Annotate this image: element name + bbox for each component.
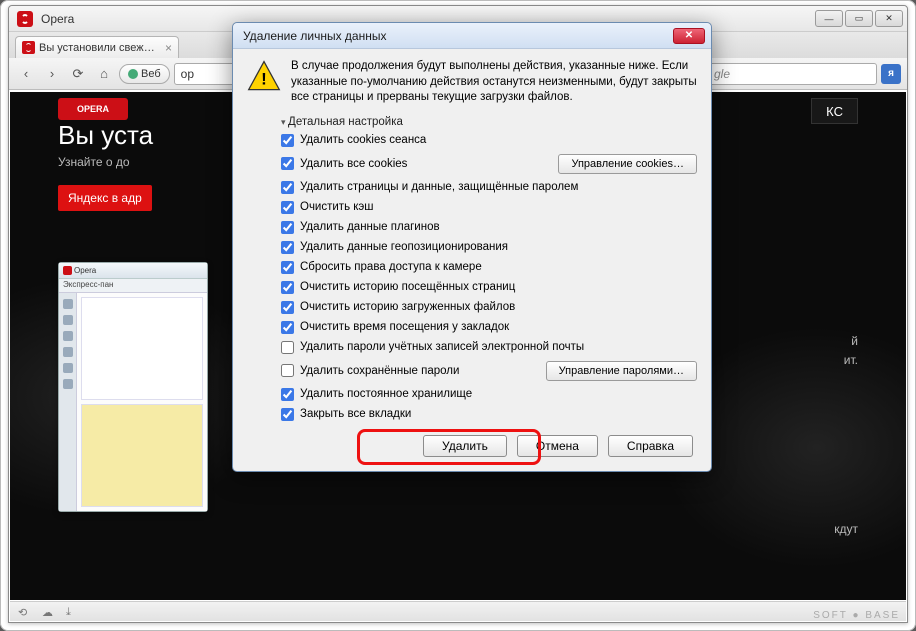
window-title: Opera bbox=[41, 12, 74, 26]
mini-titlebar: Opera bbox=[59, 263, 207, 279]
option-label: Удалить страницы и данные, защищённые па… bbox=[300, 181, 578, 193]
option-row: Сбросить права доступа к камере bbox=[281, 261, 697, 274]
home-button[interactable]: ⌂ bbox=[93, 63, 115, 85]
option-row: Очистить историю загруженных файлов bbox=[281, 301, 697, 314]
option-checkbox[interactable] bbox=[281, 341, 294, 354]
option-label: Очистить время посещения у закладок bbox=[300, 321, 509, 333]
svg-text:!: ! bbox=[261, 70, 267, 89]
option-label: Закрыть все вкладки bbox=[300, 408, 411, 420]
watermark: SOFT ● BASE bbox=[813, 610, 900, 621]
option-checkbox[interactable] bbox=[281, 364, 294, 377]
tab-title: Вы установили свежу… bbox=[39, 42, 159, 54]
option-label: Удалить все cookies bbox=[300, 158, 407, 170]
option-label: Удалить данные геопозиционирования bbox=[300, 241, 508, 253]
search-field[interactable]: gle bbox=[707, 63, 877, 85]
mini-sidebar bbox=[59, 293, 77, 511]
maximize-button[interactable]: ▭ bbox=[845, 10, 873, 27]
sync-icon[interactable]: ⟲ bbox=[18, 606, 32, 618]
option-row: Удалить пароли учётных записей электронн… bbox=[281, 341, 697, 354]
manage-passwords-button[interactable]: Управление паролями… bbox=[546, 361, 697, 381]
option-checkbox[interactable] bbox=[281, 388, 294, 401]
option-label: Очистить историю загруженных файлов bbox=[300, 301, 515, 313]
dialog-titlebar: Удаление личных данных ✕ bbox=[233, 23, 711, 49]
option-row: Очистить историю посещённых страниц bbox=[281, 281, 697, 294]
option-label: Удалить пароли учётных записей электронн… bbox=[300, 341, 584, 353]
reload-button[interactable]: ⟳ bbox=[67, 63, 89, 85]
globe-icon bbox=[128, 69, 138, 79]
option-row: Удалить данные плагинов bbox=[281, 221, 697, 234]
side-text: й ит. кдут Яндекс bbox=[818, 332, 858, 600]
warning-icon: ! bbox=[247, 59, 281, 93]
option-checkbox[interactable] bbox=[281, 408, 294, 421]
option-checkbox[interactable] bbox=[281, 301, 294, 314]
close-button[interactable]: ✕ bbox=[875, 10, 903, 27]
screenshot-thumbnail: Opera Экспресс-пан bbox=[58, 262, 208, 512]
dialog-button-row: Удалить Отмена Справка bbox=[247, 435, 697, 457]
delete-private-data-dialog: Удаление личных данных ✕ ! В случае прод… bbox=[232, 22, 712, 472]
option-row: Удалить постоянное хранилище bbox=[281, 388, 697, 401]
option-checkbox[interactable] bbox=[281, 281, 294, 294]
hero-subtitle: Узнайте о до bbox=[58, 155, 153, 169]
option-checkbox[interactable] bbox=[281, 321, 294, 334]
option-label: Удалить сохранённые пароли bbox=[300, 365, 459, 377]
option-row: Удалить данные геопозиционирования bbox=[281, 241, 697, 254]
option-checkbox[interactable] bbox=[281, 261, 294, 274]
speed-dial-thumb bbox=[81, 297, 203, 400]
option-checkbox[interactable] bbox=[281, 241, 294, 254]
option-label: Сбросить права доступа к камере bbox=[300, 261, 482, 273]
option-row: Удалить сохранённые пароли Управление пар… bbox=[281, 361, 697, 381]
option-row: Удалить cookies сеанса bbox=[281, 134, 697, 147]
option-label: Очистить историю посещённых страниц bbox=[300, 281, 515, 293]
delete-button[interactable]: Удалить bbox=[423, 435, 507, 457]
options-list: Удалить cookies сеанса Удалить все cookie… bbox=[281, 134, 697, 421]
search-scope-chip[interactable]: Веб bbox=[119, 64, 170, 84]
option-checkbox[interactable] bbox=[281, 221, 294, 234]
dialog-close-button[interactable]: ✕ bbox=[673, 28, 705, 44]
translate-icon[interactable]: я bbox=[881, 64, 901, 84]
option-row: Удалить все cookies Управление cookies… bbox=[281, 154, 697, 174]
option-label: Удалить данные плагинов bbox=[300, 221, 440, 233]
tab-close-icon[interactable]: × bbox=[165, 41, 172, 55]
detail-toggle[interactable]: Детальная настройка bbox=[281, 116, 697, 128]
side-badge: КС bbox=[811, 98, 858, 124]
option-checkbox[interactable] bbox=[281, 157, 294, 170]
mini-content bbox=[77, 293, 207, 511]
opera-icon bbox=[17, 11, 33, 27]
downloads-icon[interactable]: ⤓ bbox=[66, 606, 80, 618]
opera-brand-badge: OPERA bbox=[58, 98, 128, 120]
help-button[interactable]: Справка bbox=[608, 435, 693, 457]
cancel-button[interactable]: Отмена bbox=[517, 435, 598, 457]
hero: Вы уста Узнайте о до Яндекс в адр bbox=[58, 120, 153, 211]
option-label: Удалить cookies сеанса bbox=[300, 134, 426, 146]
manage-cookies-button[interactable]: Управление cookies… bbox=[558, 154, 697, 174]
dialog-title: Удаление личных данных bbox=[243, 29, 386, 43]
hero-title: Вы уста bbox=[58, 120, 153, 151]
option-row: Очистить время посещения у закладок bbox=[281, 321, 697, 334]
option-row: Удалить страницы и данные, защищённые па… bbox=[281, 181, 697, 194]
option-checkbox[interactable] bbox=[281, 134, 294, 147]
mini-tab: Экспресс-пан bbox=[59, 279, 207, 293]
opera-icon bbox=[22, 41, 35, 54]
option-checkbox[interactable] bbox=[281, 181, 294, 194]
option-row: Очистить кэш bbox=[281, 201, 697, 214]
dialog-message: В случае продолжения будут выполнены дей… bbox=[291, 59, 697, 106]
opera-icon bbox=[63, 266, 72, 275]
minimize-button[interactable]: — bbox=[815, 10, 843, 27]
cloud-icon[interactable]: ☁ bbox=[42, 606, 56, 618]
option-label: Очистить кэш bbox=[300, 201, 374, 213]
tab-active[interactable]: Вы установили свежу… × bbox=[15, 36, 179, 58]
speed-dial-thumb bbox=[81, 404, 203, 507]
back-button[interactable]: ‹ bbox=[15, 63, 37, 85]
option-row: Закрыть все вкладки bbox=[281, 408, 697, 421]
statusbar: ⟲ ☁ ⤓ bbox=[10, 601, 906, 621]
hero-cta-button[interactable]: Яндекс в адр bbox=[58, 185, 152, 211]
option-label: Удалить постоянное хранилище bbox=[300, 388, 472, 400]
forward-button[interactable]: › bbox=[41, 63, 63, 85]
option-checkbox[interactable] bbox=[281, 201, 294, 214]
